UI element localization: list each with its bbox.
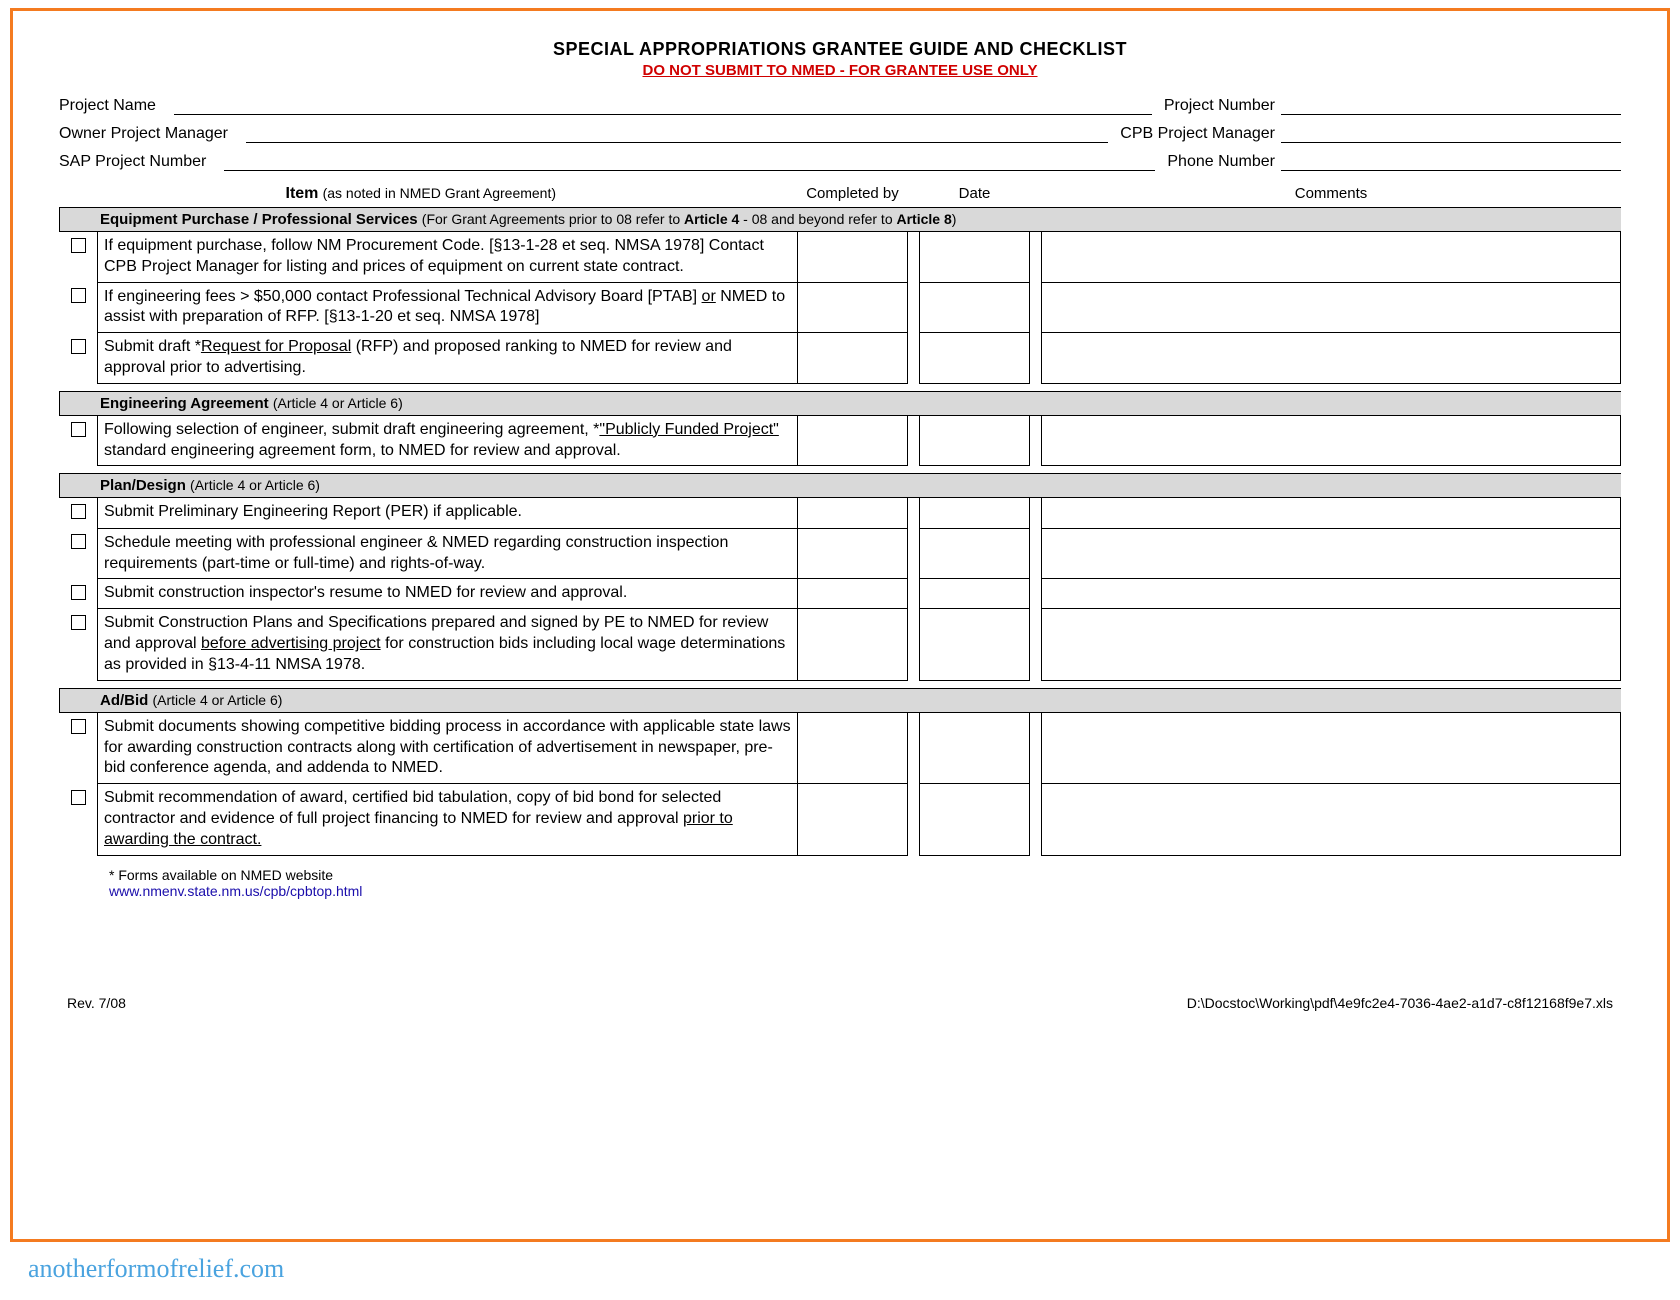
checklist-item: If equipment purchase, follow NM Procure… bbox=[60, 232, 1621, 283]
col-item: Item bbox=[286, 185, 319, 202]
cell-completed-by bbox=[798, 712, 908, 783]
item-description: Submit Preliminary Engineering Report (P… bbox=[98, 498, 798, 529]
section-title: Engineering Agreement bbox=[100, 395, 269, 412]
cell-date bbox=[920, 333, 1030, 384]
col-completed-by: Completed by bbox=[798, 181, 908, 208]
cell-date bbox=[920, 498, 1030, 529]
document-title: SPECIAL APPROPRIATIONS GRANTEE GUIDE AND… bbox=[59, 39, 1621, 60]
column-header-row: Item (as noted in NMED Grant Agreement) … bbox=[60, 181, 1621, 208]
checklist-item: Submit recommendation of award, certifie… bbox=[60, 784, 1621, 855]
item-description: If equipment purchase, follow NM Procure… bbox=[98, 232, 798, 283]
checklist-table: Item (as noted in NMED Grant Agreement) … bbox=[59, 181, 1621, 863]
item-description: Submit Construction Plans and Specificat… bbox=[98, 609, 798, 680]
checkbox-icon[interactable] bbox=[71, 288, 86, 303]
item-description: If engineering fees > $50,000 contact Pr… bbox=[98, 282, 798, 333]
cell-date bbox=[920, 282, 1030, 333]
nmed-link[interactable]: www.nmenv.state.nm.us/cpb/cpbtop.html bbox=[109, 883, 362, 899]
label-owner-pm: Owner Project Manager bbox=[59, 125, 234, 143]
section-header: Plan/Design (Article 4 or Article 6) bbox=[60, 474, 1621, 498]
section-title: Equipment Purchase / Professional Servic… bbox=[100, 211, 418, 228]
checkbox-icon[interactable] bbox=[71, 422, 86, 437]
col-item-note: (as noted in NMED Grant Agreement) bbox=[323, 185, 556, 201]
checkbox-icon[interactable] bbox=[71, 504, 86, 519]
col-comments: Comments bbox=[1042, 181, 1621, 208]
input-line bbox=[174, 97, 1152, 115]
cell-completed-by bbox=[798, 333, 908, 384]
document-subtitle: DO NOT SUBMIT TO NMED - FOR GRANTEE USE … bbox=[59, 62, 1621, 79]
item-description: Schedule meeting with professional engin… bbox=[98, 528, 798, 579]
section-title: Ad/Bid bbox=[100, 692, 148, 709]
checkbox-icon[interactable] bbox=[71, 585, 86, 600]
checklist-item: Schedule meeting with professional engin… bbox=[60, 528, 1621, 579]
watermark: anotherformofrelief.com bbox=[28, 1254, 284, 1284]
label-project-number: Project Number bbox=[1164, 97, 1281, 115]
input-line bbox=[246, 125, 1108, 143]
file-path: D:\Docstoc\Working\pdf\4e9fc2e4-7036-4ae… bbox=[1187, 995, 1613, 1011]
cell-comments bbox=[1042, 232, 1621, 283]
document-header: SPECIAL APPROPRIATIONS GRANTEE GUIDE AND… bbox=[59, 39, 1621, 79]
cell-completed-by bbox=[798, 232, 908, 283]
cell-comments bbox=[1042, 579, 1621, 609]
checkbox-icon[interactable] bbox=[71, 719, 86, 734]
item-description: Submit recommendation of award, certifie… bbox=[98, 784, 798, 855]
document-page: SPECIAL APPROPRIATIONS GRANTEE GUIDE AND… bbox=[10, 8, 1670, 1242]
label-sap-number: SAP Project Number bbox=[59, 153, 212, 171]
item-description: Submit draft *Request for Proposal (RFP)… bbox=[98, 333, 798, 384]
section-title: Plan/Design bbox=[100, 477, 186, 494]
item-description: Submit construction inspector's resume t… bbox=[98, 579, 798, 609]
col-date: Date bbox=[920, 181, 1030, 208]
label-phone: Phone Number bbox=[1167, 153, 1281, 171]
checklist-item: Following selection of engineer, submit … bbox=[60, 415, 1621, 466]
checklist-item: Submit draft *Request for Proposal (RFP)… bbox=[60, 333, 1621, 384]
section-header: Equipment Purchase / Professional Servic… bbox=[60, 208, 1621, 232]
cell-date bbox=[920, 784, 1030, 855]
cell-date bbox=[920, 232, 1030, 283]
checkbox-icon[interactable] bbox=[71, 790, 86, 805]
section-header: Engineering Agreement (Article 4 or Arti… bbox=[60, 391, 1621, 415]
label-project-name: Project Name bbox=[59, 97, 162, 115]
checkbox-icon[interactable] bbox=[71, 339, 86, 354]
cell-completed-by bbox=[798, 415, 908, 466]
forms-available-note: * Forms available on NMED website bbox=[59, 867, 1621, 883]
project-info-block: Project Name Project Number Owner Projec… bbox=[59, 97, 1621, 171]
cell-comments bbox=[1042, 333, 1621, 384]
cell-date bbox=[920, 415, 1030, 466]
cell-completed-by bbox=[798, 579, 908, 609]
cell-date bbox=[920, 609, 1030, 680]
input-line bbox=[1281, 125, 1621, 143]
footer-row: Rev. 7/08 D:\Docstoc\Working\pdf\4e9fc2e… bbox=[59, 995, 1621, 1011]
cell-completed-by bbox=[798, 528, 908, 579]
checkbox-icon[interactable] bbox=[71, 238, 86, 253]
checkbox-icon[interactable] bbox=[71, 534, 86, 549]
label-cpb-pm: CPB Project Manager bbox=[1120, 125, 1281, 143]
cell-date bbox=[920, 528, 1030, 579]
checklist-item: Submit Construction Plans and Specificat… bbox=[60, 609, 1621, 680]
item-description: Following selection of engineer, submit … bbox=[98, 415, 798, 466]
cell-date bbox=[920, 712, 1030, 783]
input-line bbox=[1281, 153, 1621, 171]
cell-date bbox=[920, 579, 1030, 609]
cell-comments bbox=[1042, 712, 1621, 783]
input-line bbox=[224, 153, 1155, 171]
checklist-item: Submit Preliminary Engineering Report (P… bbox=[60, 498, 1621, 529]
section-header: Ad/Bid (Article 4 or Article 6) bbox=[60, 688, 1621, 712]
item-description: Submit documents showing competitive bid… bbox=[98, 712, 798, 783]
cell-completed-by bbox=[798, 609, 908, 680]
cell-comments bbox=[1042, 415, 1621, 466]
checkbox-icon[interactable] bbox=[71, 615, 86, 630]
cell-comments bbox=[1042, 609, 1621, 680]
website-link-line: www.nmenv.state.nm.us/cpb/cpbtop.html bbox=[59, 883, 1621, 899]
cell-completed-by bbox=[798, 282, 908, 333]
checklist-item: Submit construction inspector's resume t… bbox=[60, 579, 1621, 609]
revision-label: Rev. 7/08 bbox=[67, 995, 126, 1011]
cell-comments bbox=[1042, 784, 1621, 855]
input-line bbox=[1281, 97, 1621, 115]
cell-comments bbox=[1042, 282, 1621, 333]
checklist-item: Submit documents showing competitive bid… bbox=[60, 712, 1621, 783]
cell-comments bbox=[1042, 498, 1621, 529]
cell-completed-by bbox=[798, 498, 908, 529]
cell-comments bbox=[1042, 528, 1621, 579]
cell-completed-by bbox=[798, 784, 908, 855]
checklist-item: If engineering fees > $50,000 contact Pr… bbox=[60, 282, 1621, 333]
